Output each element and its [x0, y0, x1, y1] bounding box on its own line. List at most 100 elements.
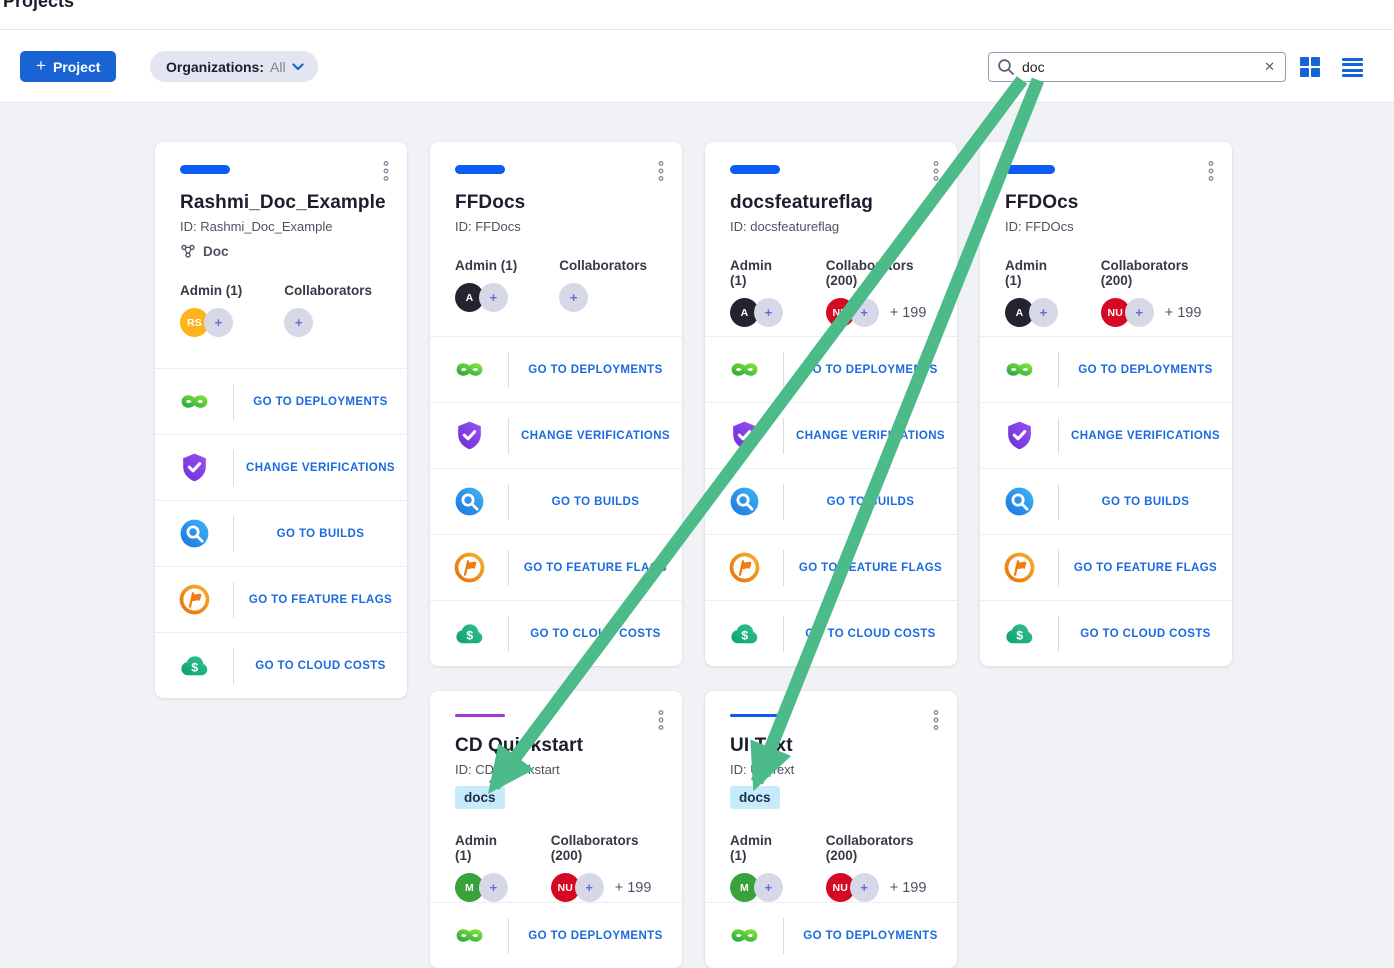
collaborators-extra-count: + 199	[890, 880, 927, 896]
action-row: CHANGE VERIFICATIONS	[155, 434, 407, 500]
page-title: Projects	[3, 0, 74, 12]
add-admin-button[interactable]: +	[204, 308, 233, 337]
change-verifications-link[interactable]: CHANGE VERIFICATIONS	[234, 462, 407, 474]
go-to-builds-link[interactable]: GO TO BUILDS	[784, 496, 957, 508]
card-actions: GO TO DEPLOYMENTS CHANGE VERIFICATIONS G…	[705, 336, 957, 666]
action-row: GO TO FEATURE FLAGS	[705, 534, 957, 600]
module-color-bar	[455, 714, 505, 717]
action-row: GO TO FEATURE FLAGS	[155, 566, 407, 632]
people-section: Admin (1) RS + Collaborators +	[180, 283, 382, 337]
go-to-deployments-link[interactable]: GO TO DEPLOYMENTS	[509, 364, 682, 376]
grid-view-button[interactable]	[1300, 56, 1322, 78]
go-to-deployments-link[interactable]: GO TO DEPLOYMENTS	[234, 396, 407, 408]
project-card-ffdOcs: FFDOcs ID: FFDOcs Admin (1) A + Collabor…	[980, 142, 1232, 666]
add-collaborator-button[interactable]: +	[850, 298, 879, 327]
go-to-cloud-costs-link[interactable]: GO TO CLOUD COSTS	[509, 628, 682, 640]
project-name[interactable]: docsfeatureflag	[730, 192, 932, 214]
go-to-deployments-link[interactable]: GO TO DEPLOYMENTS	[784, 364, 957, 376]
add-collaborator-button[interactable]: +	[559, 283, 588, 312]
collaborators-label: Collaborators (200)	[1101, 258, 1207, 288]
feature-flags-icon	[980, 551, 1058, 584]
card-menu-button[interactable]	[929, 157, 943, 188]
collaborators-label: Collaborators	[559, 258, 647, 273]
module-color-bar	[1005, 165, 1055, 174]
list-view-button[interactable]	[1342, 56, 1364, 78]
go-to-deployments-link[interactable]: GO TO DEPLOYMENTS	[1059, 364, 1232, 376]
card-menu-button[interactable]	[654, 706, 668, 737]
new-project-button[interactable]: + Project	[20, 51, 116, 82]
organizations-label: Organizations:	[166, 59, 264, 75]
add-collaborator-button[interactable]: +	[284, 308, 313, 337]
card-menu-button[interactable]	[379, 157, 393, 188]
go-to-deployments-link[interactable]: GO TO DEPLOYMENTS	[784, 930, 957, 942]
add-admin-button[interactable]: +	[754, 298, 783, 327]
add-collaborator-button[interactable]: +	[850, 873, 879, 902]
verifications-icon	[705, 419, 783, 452]
go-to-feature-flags-link[interactable]: GO TO FEATURE FLAGS	[784, 562, 957, 574]
search-icon	[997, 58, 1015, 76]
add-admin-button[interactable]: +	[1029, 298, 1058, 327]
action-row: GO TO DEPLOYMENTS	[155, 368, 407, 434]
search-input[interactable]	[1022, 59, 1262, 75]
admin-label: Admin (1)	[455, 258, 517, 273]
action-row: GO TO DEPLOYMENTS	[705, 336, 957, 402]
card-menu-button[interactable]	[929, 706, 943, 737]
project-name[interactable]: FFDocs	[455, 192, 657, 214]
builds-icon	[980, 485, 1058, 518]
go-to-builds-link[interactable]: GO TO BUILDS	[234, 528, 407, 540]
action-row: GO TO CLOUD COSTS	[705, 600, 957, 666]
people-section: Admin (1) A + Collaborators (200) NU + +…	[730, 258, 932, 327]
search-box: ✕	[988, 52, 1286, 82]
add-admin-button[interactable]: +	[479, 873, 508, 902]
go-to-deployments-link[interactable]: GO TO DEPLOYMENTS	[509, 930, 682, 942]
action-row: GO TO FEATURE FLAGS	[980, 534, 1232, 600]
tag-docs: docs	[730, 786, 780, 809]
go-to-feature-flags-link[interactable]: GO TO FEATURE FLAGS	[234, 594, 407, 606]
collaborators-label: Collaborators (200)	[551, 833, 657, 863]
go-to-builds-link[interactable]: GO TO BUILDS	[1059, 496, 1232, 508]
action-row: GO TO BUILDS	[155, 500, 407, 566]
project-card-rashmi-doc-example: Rashmi_Doc_Example ID: Rashmi_Doc_Exampl…	[155, 142, 407, 698]
kebab-menu-icon	[1207, 160, 1215, 182]
action-row: GO TO FEATURE FLAGS	[430, 534, 682, 600]
deployments-icon	[430, 353, 508, 386]
card-menu-button[interactable]	[654, 157, 668, 188]
project-name[interactable]: FFDOcs	[1005, 192, 1207, 214]
change-verifications-link[interactable]: CHANGE VERIFICATIONS	[509, 430, 682, 442]
search-clear-button[interactable]: ✕	[1262, 59, 1277, 75]
collaborators-extra-count: + 199	[890, 305, 927, 321]
project-name[interactable]: Rashmi_Doc_Example	[180, 192, 382, 214]
card-menu-button[interactable]	[1204, 157, 1218, 188]
kebab-menu-icon	[657, 709, 665, 731]
cloud-costs-icon	[705, 617, 783, 650]
tags-icon	[180, 243, 196, 259]
card-actions: GO TO DEPLOYMENTS	[705, 902, 957, 968]
collaborators-extra-count: + 199	[1165, 305, 1202, 321]
card-actions: GO TO DEPLOYMENTS CHANGE VERIFICATIONS G…	[430, 336, 682, 666]
add-collaborator-button[interactable]: +	[1125, 298, 1154, 327]
kebab-menu-icon	[657, 160, 665, 182]
admin-label: Admin (1)	[455, 833, 509, 863]
project-name[interactable]: UI Text	[730, 735, 932, 757]
action-row: GO TO CLOUD COSTS	[155, 632, 407, 698]
add-admin-button[interactable]: +	[754, 873, 783, 902]
module-color-bar	[180, 165, 230, 174]
add-admin-button[interactable]: +	[479, 283, 508, 312]
go-to-feature-flags-link[interactable]: GO TO FEATURE FLAGS	[1059, 562, 1232, 574]
change-verifications-link[interactable]: CHANGE VERIFICATIONS	[784, 430, 957, 442]
kebab-menu-icon	[932, 160, 940, 182]
project-name[interactable]: CD Quickstart	[455, 735, 657, 757]
feature-flags-icon	[430, 551, 508, 584]
action-row: GO TO BUILDS	[980, 468, 1232, 534]
plus-icon: +	[36, 56, 46, 76]
organizations-filter[interactable]: Organizations: All	[150, 51, 318, 82]
change-verifications-link[interactable]: CHANGE VERIFICATIONS	[1059, 430, 1232, 442]
add-collaborator-button[interactable]: +	[575, 873, 604, 902]
go-to-cloud-costs-link[interactable]: GO TO CLOUD COSTS	[234, 660, 407, 672]
go-to-feature-flags-link[interactable]: GO TO FEATURE FLAGS	[509, 562, 682, 574]
admin-label: Admin (1)	[730, 833, 784, 863]
feature-flags-icon	[705, 551, 783, 584]
go-to-cloud-costs-link[interactable]: GO TO CLOUD COSTS	[784, 628, 957, 640]
go-to-cloud-costs-link[interactable]: GO TO CLOUD COSTS	[1059, 628, 1232, 640]
go-to-builds-link[interactable]: GO TO BUILDS	[509, 496, 682, 508]
